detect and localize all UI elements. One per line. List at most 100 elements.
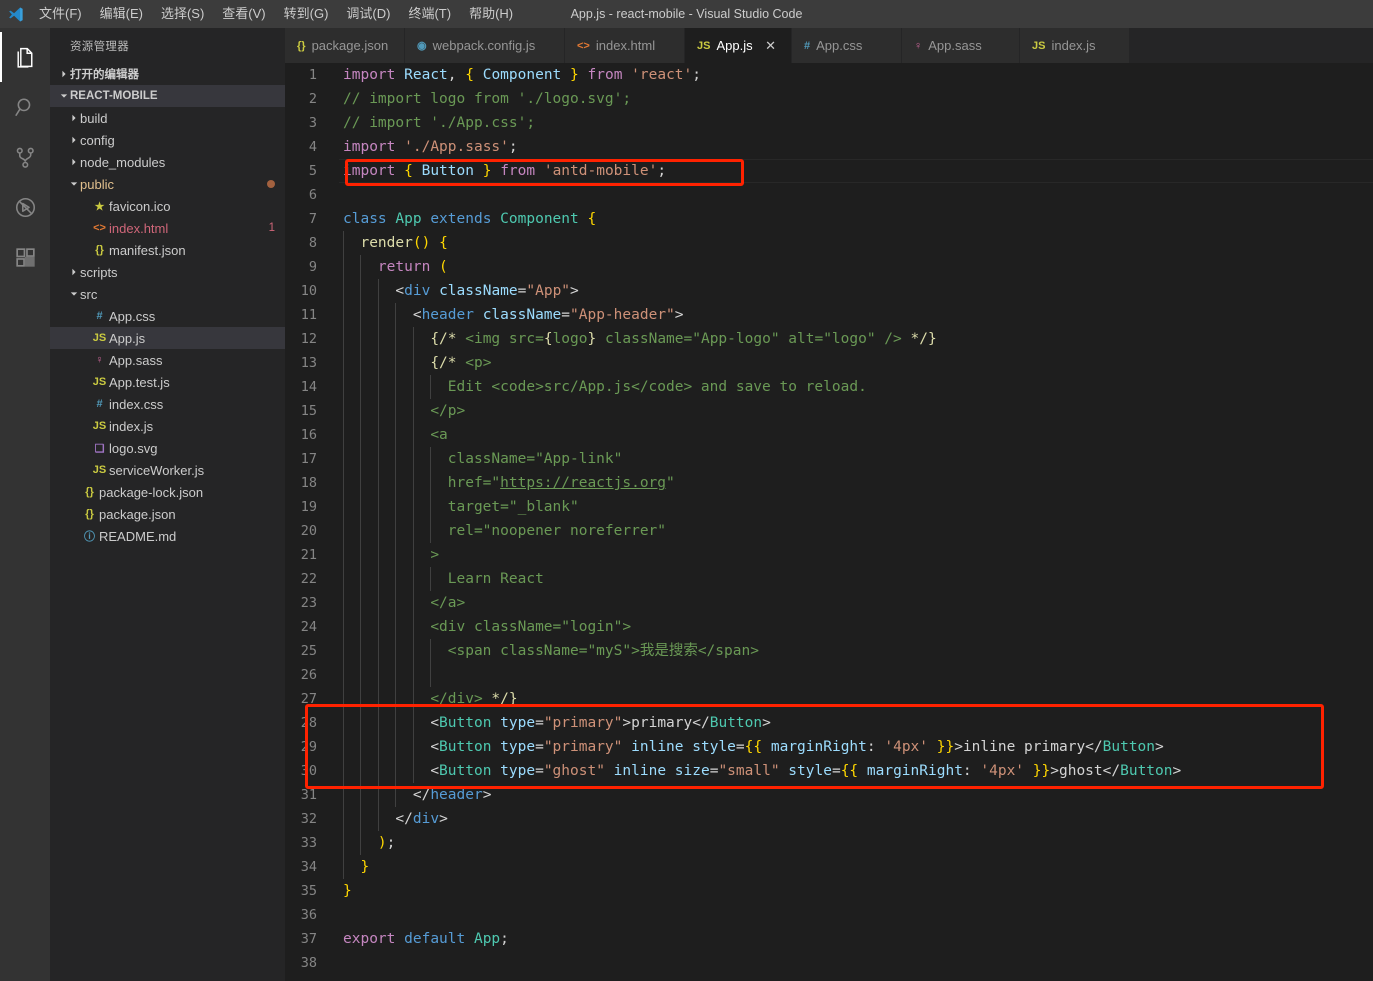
menu-help[interactable]: 帮助(H) [460, 0, 522, 28]
tab-app-sass[interactable]: ♀App.sass✕ [902, 28, 1020, 63]
code-line: 13 {/* <p> [285, 351, 1373, 375]
code-line-text: render() { [360, 235, 448, 251]
code-line-text: rel="noopener noreferrer" [447, 523, 667, 539]
code-line-text: className="App-link" [447, 451, 623, 467]
tree-item-logo-svg[interactable]: ❏ logo.svg [50, 437, 285, 459]
tab-webpack-config-js[interactable]: ◉webpack.config.js✕ [405, 28, 565, 63]
tab-label: index.js [1051, 38, 1096, 53]
menu-view[interactable]: 查看(V) [213, 0, 274, 28]
line-number: 33 [300, 835, 317, 851]
tab-index-html[interactable]: <>index.html✕ [565, 28, 685, 63]
code-line: 17 className="App-link" [285, 447, 1373, 471]
tree-item-label: public [80, 176, 114, 192]
code-line: 8 render() { [285, 231, 1373, 255]
project-root-section[interactable]: REACT-MOBILE [50, 85, 285, 107]
tab-package-json[interactable]: {}package.json✕ [285, 28, 405, 63]
tree-item-serviceworker-js[interactable]: JS serviceWorker.js [50, 459, 285, 481]
code-line: 15 </p> [285, 399, 1373, 423]
line-number: 15 [300, 403, 317, 419]
chevron-right-icon [67, 158, 80, 166]
tree-item-app-js[interactable]: JS App.js [50, 327, 285, 349]
code-line-text: {/* <p> [430, 355, 492, 371]
code-line: 10 <div className="App"> [285, 279, 1373, 303]
menu-debug[interactable]: 调试(D) [337, 0, 399, 28]
code-line-text: <span className="myS">我是搜索</span> [447, 643, 759, 659]
tree-item-app-sass[interactable]: ♀ App.sass [50, 349, 285, 371]
tree-item-node-modules[interactable]: node_modules [50, 151, 285, 173]
line-number: 9 [308, 259, 317, 275]
code-line: 22 Learn React [285, 567, 1373, 591]
line-number: 24 [300, 619, 317, 635]
tree-item-readme-md[interactable]: ⓘ README.md [50, 525, 285, 547]
tree-item-favicon-ico[interactable]: ★ favicon.ico [50, 195, 285, 217]
tree-item-scripts[interactable]: scripts [50, 261, 285, 283]
md-file-icon: ⓘ [84, 531, 95, 543]
line-number: 18 [300, 475, 317, 491]
tree-item-config[interactable]: config [50, 129, 285, 151]
line-number: 19 [300, 499, 317, 515]
activity-source-control-icon[interactable] [0, 132, 50, 182]
chevron-right-icon [57, 70, 70, 78]
tab-bar-filler [1130, 28, 1373, 63]
tab-app-js[interactable]: JS App.js ✕ [685, 28, 792, 63]
open-editors-label: 打开的编辑器 [70, 69, 139, 81]
tree-item-label: logo.svg [109, 440, 158, 456]
code-line-text: {/* <img src={logo} className="App-logo"… [430, 331, 937, 347]
tab-app-css[interactable]: #App.css✕ [792, 28, 902, 63]
menu-goto[interactable]: 转到(G) [275, 0, 338, 28]
tree-item-label: favicon.ico [109, 198, 171, 214]
vscode-window: 文件(F) 编辑(E) 选择(S) 查看(V) 转到(G) 调试(D) 终端(T) 帮助(H)… [0, 0, 1373, 981]
tree-item-package-json[interactable]: {} package.json [50, 503, 285, 525]
tree-item-label: index.html [109, 220, 169, 236]
tree-item-label: build [80, 110, 108, 126]
open-editors-section[interactable]: 打开的编辑器 [50, 63, 285, 85]
js-icon: JS [697, 39, 711, 52]
code-line: 32 </div> [285, 807, 1373, 831]
code-line: 29 <Button type="primary" inline style={… [285, 735, 1373, 759]
line-number: 38 [300, 955, 317, 971]
code-line-text: </a> [430, 595, 466, 611]
activity-search-icon[interactable] [0, 82, 50, 132]
code-editor[interactable]: 1 import React, { Component } from 'react… [285, 63, 1373, 981]
menu-terminal[interactable]: 终端(T) [399, 0, 460, 28]
tree-item-src[interactable]: src [50, 283, 285, 305]
code-line: 11 <header className="App-header"> [285, 303, 1373, 327]
tree-item-app-test-js[interactable]: JS App.test.js [50, 371, 285, 393]
vscode-logo-icon [0, 0, 30, 28]
activity-debug-no-run-icon[interactable] [0, 182, 50, 232]
tree-item-label: node_modules [80, 154, 166, 170]
tree-item-label: App.sass [109, 352, 163, 368]
activity-extensions-icon[interactable] [0, 232, 50, 282]
menu-file[interactable]: 文件(F) [30, 0, 91, 28]
tab-close-icon[interactable]: ✕ [763, 38, 779, 54]
tab-index-js[interactable]: JSindex.js✕ [1020, 28, 1130, 63]
html-icon: <> [577, 39, 590, 52]
code-line: 30 <Button type="ghost" inline size="sma… [285, 759, 1373, 783]
tree-item-label: src [80, 286, 98, 302]
tree-item-index-html[interactable]: <> index.html 1 [50, 217, 285, 239]
tree-item-manifest-json[interactable]: {} manifest.json [50, 239, 285, 261]
line-number: 22 [300, 571, 317, 587]
code-line: 24 <div className="login"> [285, 615, 1373, 639]
tree-item-package-lock-json[interactable]: {} package-lock.json [50, 481, 285, 503]
menu-edit[interactable]: 编辑(E) [91, 0, 152, 28]
modified-dot-icon [267, 180, 275, 188]
line-number: 1 [308, 67, 317, 83]
line-number: 13 [300, 355, 317, 371]
tree-item-label: App.js [109, 330, 146, 346]
menu-selection[interactable]: 选择(S) [152, 0, 213, 28]
line-number: 29 [300, 739, 317, 755]
tab-label: package.json [311, 38, 389, 53]
tree-item-build[interactable]: build [50, 107, 285, 129]
tree-item-app-css[interactable]: # App.css [50, 305, 285, 327]
chevron-down-icon [67, 180, 80, 188]
activity-files-explorer-icon[interactable] [0, 32, 50, 82]
tree-item-index-js[interactable]: JS index.js [50, 415, 285, 437]
code-line: 16 <a [285, 423, 1373, 447]
tree-item-index-css[interactable]: # index.css [50, 393, 285, 415]
code-line: 21 > [285, 543, 1373, 567]
code-line: 34 } [285, 855, 1373, 879]
html-file-icon: <> [93, 222, 106, 234]
line-number: 25 [300, 643, 317, 659]
tree-item-public[interactable]: public [50, 173, 285, 195]
